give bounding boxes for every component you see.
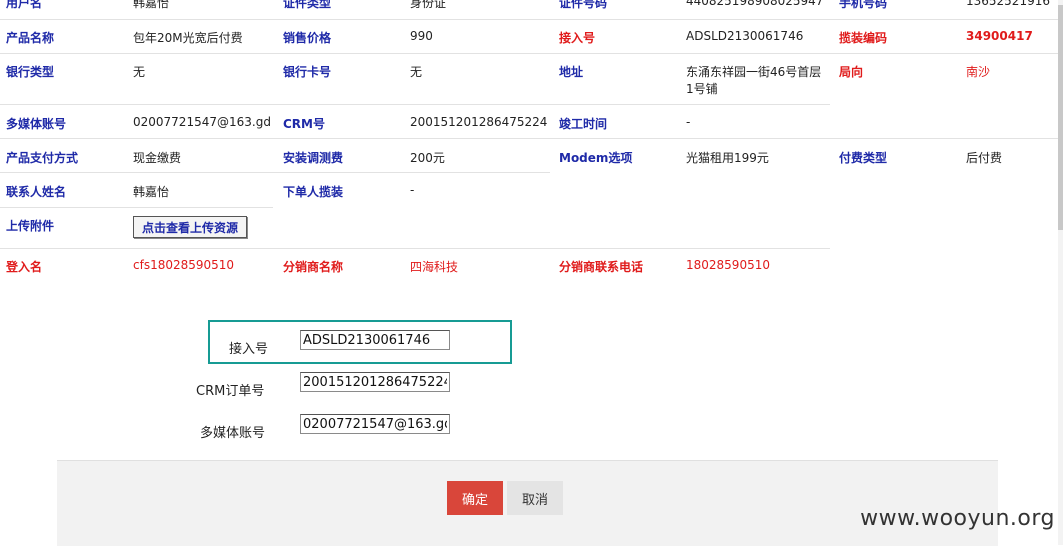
completion-time-value: - xyxy=(686,115,691,129)
bank-type-label: 银行类型 xyxy=(6,65,55,79)
bank-card-value: 无 xyxy=(410,65,423,79)
address-label: 地址 xyxy=(559,65,584,79)
divider xyxy=(0,104,830,105)
login-name-label: 登入名 xyxy=(6,260,43,274)
address-value-line2: 1号铺 xyxy=(686,82,718,96)
divider xyxy=(0,172,550,173)
divider xyxy=(0,138,1058,139)
product-name-value: 包年20M光宽后付费 xyxy=(133,31,243,45)
payment-method-label: 产品支付方式 xyxy=(6,151,79,165)
form-access-number-label: 接入号 xyxy=(229,342,269,357)
media-account-label: 多媒体账号 xyxy=(6,117,67,131)
access-number-value: ADSLD2130061746 xyxy=(686,29,804,43)
distributor-phone-label: 分销商联系电话 xyxy=(559,260,644,274)
id-type-label: 证件类型 xyxy=(283,0,332,10)
install-code-value: 34900417 xyxy=(966,29,1033,43)
id-type-value: 身份证 xyxy=(410,0,447,10)
crm-number-value: 200151201286475224 xyxy=(410,115,548,129)
id-number-label: 证件号码 xyxy=(559,0,608,10)
media-account-input[interactable] xyxy=(300,414,450,434)
sale-price-label: 销售价格 xyxy=(283,31,332,45)
bank-card-label: 银行卡号 xyxy=(283,65,332,79)
watermark: www.wooyun.org xyxy=(860,506,1055,531)
divider xyxy=(0,207,273,208)
payment-method-value: 现金缴费 xyxy=(133,151,182,165)
divider xyxy=(0,19,1058,20)
install-code-label: 揽装编码 xyxy=(839,31,888,45)
phone-value: 13652521916 xyxy=(966,0,1050,8)
contact-name-label: 联系人姓名 xyxy=(6,185,67,199)
username-label: 用户名 xyxy=(6,0,43,10)
order-installer-value: - xyxy=(410,183,415,197)
divider xyxy=(0,248,830,249)
product-name-label: 产品名称 xyxy=(6,31,55,45)
billing-type-label: 付费类型 xyxy=(839,151,888,165)
access-number-label: 接入号 xyxy=(559,31,596,45)
scrollbar-thumb[interactable] xyxy=(1058,5,1063,230)
cancel-button[interactable]: 取消 xyxy=(507,481,563,515)
login-name-value: cfs18028590510 xyxy=(133,258,235,272)
install-fee-label: 安装调测费 xyxy=(283,151,344,165)
modem-option-value: 光猫租用199元 xyxy=(686,151,769,165)
phone-label: 手机号码 xyxy=(839,0,888,10)
bureau-label: 局向 xyxy=(839,65,864,79)
view-uploads-button[interactable]: 点击查看上传资源 xyxy=(133,216,247,238)
completion-time-label: 竣工时间 xyxy=(559,117,608,131)
order-installer-label: 下单人揽装 xyxy=(283,185,344,199)
sale-price-value: 990 xyxy=(410,29,433,43)
crm-number-label: CRM号 xyxy=(283,117,325,131)
bank-type-value: 无 xyxy=(133,65,146,79)
form-crm-order-label: CRM订单号 xyxy=(196,384,265,399)
crm-order-input[interactable] xyxy=(300,372,450,392)
modem-option-label: Modem选项 xyxy=(559,151,633,165)
upload-attachment-label: 上传附件 xyxy=(6,219,55,233)
username-value: 韩嘉怡 xyxy=(133,0,170,10)
install-fee-value: 200元 xyxy=(410,151,445,165)
form-media-account-label: 多媒体账号 xyxy=(200,426,266,441)
access-number-input[interactable] xyxy=(300,330,450,350)
address-value-line1: 东涌东祥园一街46号首层 xyxy=(686,65,822,79)
bureau-value: 南沙 xyxy=(966,65,991,79)
contact-name-value: 韩嘉怡 xyxy=(133,185,170,199)
confirm-button[interactable]: 确定 xyxy=(447,481,503,515)
billing-type-value: 后付费 xyxy=(966,151,1003,165)
media-account-value: 02007721547@163.gd xyxy=(133,115,271,129)
distributor-name-value: 四海科技 xyxy=(410,260,459,274)
distributor-name-label: 分销商名称 xyxy=(283,260,344,274)
id-number-value: 440825198908025947 xyxy=(686,0,824,8)
distributor-phone-value: 18028590510 xyxy=(686,258,770,272)
divider xyxy=(0,53,1058,54)
